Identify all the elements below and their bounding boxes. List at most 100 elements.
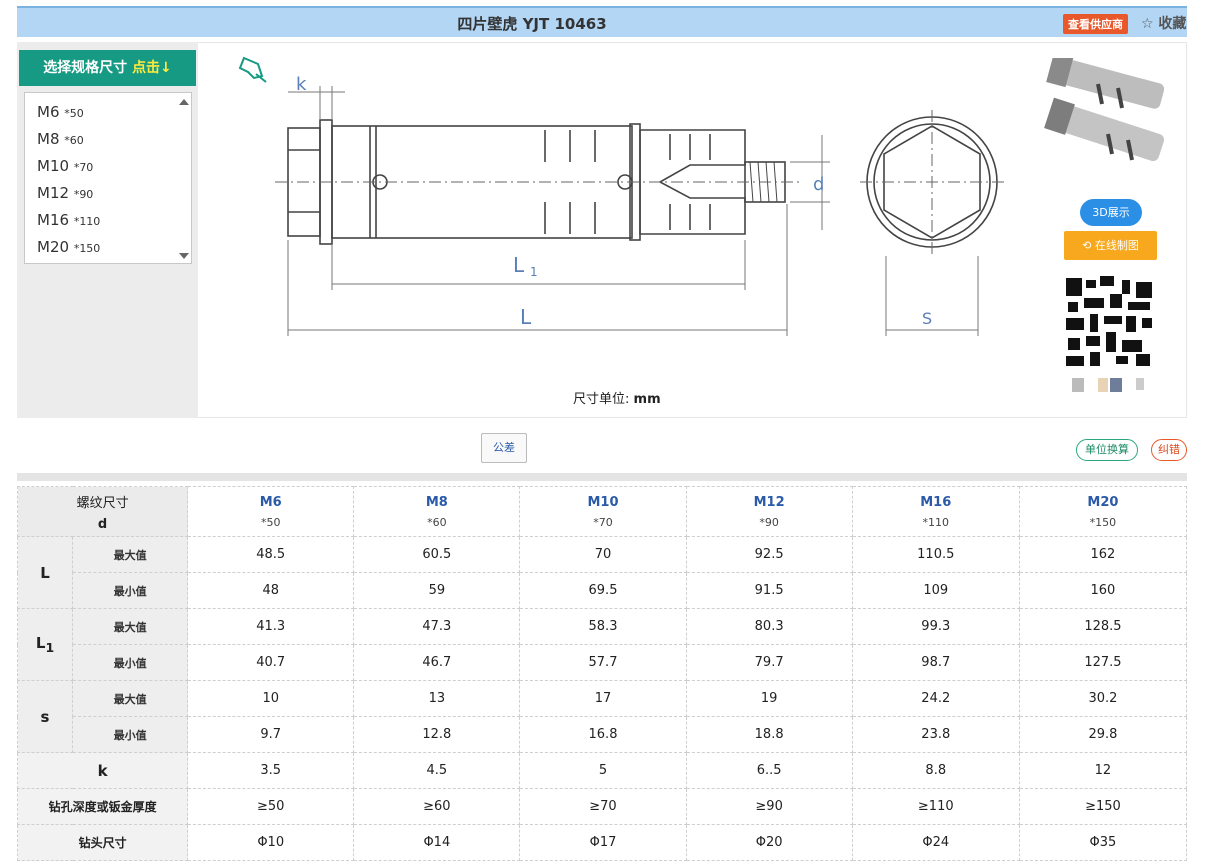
table-cell: 30.2 <box>1018 680 1188 717</box>
column-header-m12[interactable]: M12 *90 <box>685 486 853 537</box>
table-cell: ≥70 <box>519 788 687 825</box>
row-label: 最小值 <box>72 572 189 609</box>
table-row: L 最大值 48.5 60.5 70 92.5 110.5 162 <box>16 536 1188 609</box>
table-cell: 79.7 <box>685 644 853 681</box>
column-header-m8[interactable]: M8 *60 <box>353 486 521 537</box>
size-list-scrollbar[interactable] <box>177 97 189 261</box>
table-cell: 162 <box>1018 536 1188 573</box>
table-cell: 70 <box>519 536 687 573</box>
table-cell: Φ17 <box>519 824 687 861</box>
size-selector-title: 选择规格尺寸 <box>43 60 128 76</box>
table-cell: ≥110 <box>851 788 1020 825</box>
size-option-m8[interactable]: M8 *60 <box>25 126 191 153</box>
table-cell: 6..5 <box>685 752 853 789</box>
table-row: 最小值 9.7 12.8 16.8 18.8 23.8 29.8 <box>18 716 1188 753</box>
row-label: 最大值 <box>72 680 189 717</box>
dim-label-d: d <box>813 174 824 195</box>
dim-label-l1: L <box>513 253 525 277</box>
group-label: s <box>16 680 74 753</box>
dim-label-k: k <box>296 74 307 95</box>
table-cell: 48 <box>187 572 355 609</box>
scroll-down-icon[interactable] <box>179 253 189 259</box>
table-row: 最小值 48 59 69.5 91.5 109 160 <box>18 572 1188 609</box>
table-cell: 128.5 <box>1018 608 1188 645</box>
row-label: 钻头尺寸 <box>16 824 189 861</box>
tolerance-button[interactable]: 公差 <box>481 433 527 463</box>
3d-view-button[interactable]: 3D展示 <box>1080 199 1142 226</box>
size-option-m16[interactable]: M16 *110 <box>25 207 191 234</box>
report-error-button[interactable]: 纠错 <box>1151 439 1187 461</box>
table-cell: 41.3 <box>187 608 355 645</box>
table-row: L1 最大值 41.3 47.3 58.3 80.3 99.3 128.5 <box>16 608 1188 681</box>
table-cell: ≥50 <box>187 788 355 825</box>
column-header-m6[interactable]: M6 *50 <box>187 486 355 537</box>
page-title: 四片壁虎 YJT 10463 <box>457 15 607 33</box>
table-cell: 60.5 <box>353 536 521 573</box>
size-selector-header: 选择规格尺寸 点击↓ <box>19 50 196 86</box>
group-label: L1 <box>16 608 74 681</box>
view-supplier-button[interactable]: 查看供应商 <box>1063 14 1128 34</box>
size-selector-panel: 选择规格尺寸 点击↓ M6 *50 M8 *60 M10 *70 M12 *90… <box>17 42 198 418</box>
table-row: 钻孔深度或钣金厚度 ≥50 ≥60 ≥70 ≥90 ≥110 ≥150 <box>16 788 1188 825</box>
table-cell: 47.3 <box>353 608 521 645</box>
table-cell: 29.8 <box>1018 716 1188 753</box>
table-cell: Φ14 <box>353 824 521 861</box>
table-cell: 99.3 <box>851 608 1020 645</box>
table-cell: 40.7 <box>187 644 355 681</box>
spec-table: 螺纹尺寸 d M6 *50 M8 *60 M10 *70 M12 *90 M16 *110… <box>16 486 1188 861</box>
technical-drawing: k d L 1 L S <box>238 56 1004 336</box>
table-cell: 109 <box>851 572 1020 609</box>
table-cell: 23.8 <box>851 716 1020 753</box>
row-label: 最小值 <box>72 644 189 681</box>
refresh-icon: ⟲ <box>1082 239 1095 252</box>
table-row: 钻头尺寸 Φ10 Φ14 Φ17 Φ20 Φ24 Φ35 <box>16 824 1188 861</box>
section-divider <box>17 473 1187 481</box>
dim-label-l1-sub: 1 <box>530 265 538 279</box>
dim-label-l: L <box>520 305 532 329</box>
table-cell: 8.8 <box>851 752 1020 789</box>
table-cell: ≥60 <box>353 788 521 825</box>
table-cell: 69.5 <box>519 572 687 609</box>
table-header-row: 螺纹尺寸 d M6 *50 M8 *60 M10 *70 M12 *90 M16 *110… <box>16 486 1188 537</box>
column-header-m10[interactable]: M10 *70 <box>519 486 687 537</box>
size-list[interactable]: M6 *50 M8 *60 M10 *70 M12 *90 M16 *110 M… <box>24 92 192 264</box>
table-cell: 5 <box>519 752 687 789</box>
table-cell: 92.5 <box>685 536 853 573</box>
qr-caption-blur <box>1072 378 1144 392</box>
dim-label-s: S <box>922 309 932 328</box>
qr-code <box>1064 272 1156 368</box>
favorite-button[interactable]: ☆ 收藏 <box>1141 13 1186 33</box>
table-cell: 12 <box>1018 752 1188 789</box>
unit-conversion-button[interactable]: 单位换算 <box>1076 439 1138 461</box>
table-cell: 13 <box>353 680 521 717</box>
row-label: k <box>16 752 189 789</box>
size-option-m12[interactable]: M12 *90 <box>25 180 191 207</box>
online-drawing-button[interactable]: ⟲ 在线制图 <box>1064 231 1157 260</box>
table-cell: ≥150 <box>1018 788 1188 825</box>
size-selector-hint: 点击↓ <box>132 60 172 76</box>
table-cell: 48.5 <box>187 536 355 573</box>
column-header-m20[interactable]: M20 *150 <box>1018 486 1188 537</box>
table-cell: 160 <box>1018 572 1188 609</box>
size-option-m20[interactable]: M20 *150 <box>25 234 191 261</box>
table-cell: 80.3 <box>685 608 853 645</box>
column-header-m16[interactable]: M16 *110 <box>851 486 1020 537</box>
thread-size-header: 螺纹尺寸 d <box>16 486 189 537</box>
table-cell: 9.7 <box>187 716 355 753</box>
table-cell: Φ24 <box>851 824 1020 861</box>
table-row: s 最大值 10 13 17 19 24.2 30.2 <box>16 680 1188 753</box>
pin-icon[interactable] <box>238 56 267 83</box>
table-cell: 16.8 <box>519 716 687 753</box>
scroll-up-icon[interactable] <box>179 99 189 105</box>
table-row: 最小值 40.7 46.7 57.7 79.7 98.7 127.5 <box>18 644 1188 681</box>
product-photo[interactable] <box>1038 58 1184 176</box>
table-cell: Φ35 <box>1018 824 1188 861</box>
table-cell: 12.8 <box>353 716 521 753</box>
table-row: k 3.5 4.5 5 6..5 8.8 12 <box>16 752 1188 789</box>
size-option-m10[interactable]: M10 *70 <box>25 153 191 180</box>
size-option-m6[interactable]: M6 *50 <box>25 99 191 126</box>
table-cell: 57.7 <box>519 644 687 681</box>
row-label: 钻孔深度或钣金厚度 <box>16 788 189 825</box>
table-cell: 18.8 <box>685 716 853 753</box>
row-label: 最小值 <box>72 716 189 753</box>
